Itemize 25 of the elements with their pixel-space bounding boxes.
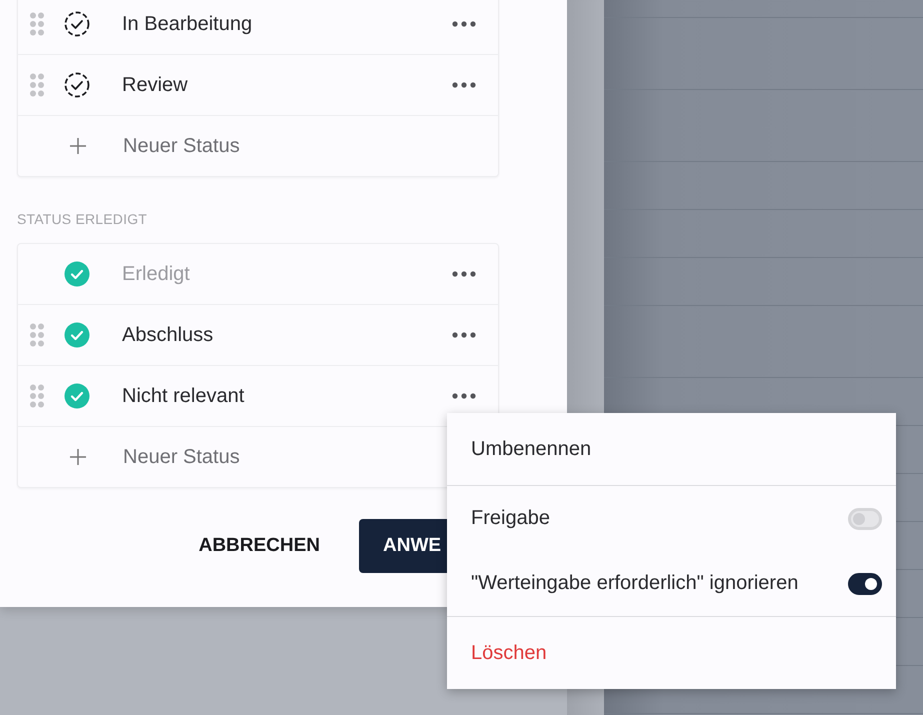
plus-icon[interactable] <box>70 449 86 465</box>
status-name: Nicht relevant <box>122 384 246 408</box>
drag-handle-icon[interactable] <box>29 323 45 347</box>
drag-handle-icon[interactable] <box>29 384 45 408</box>
drag-handle-icon[interactable] <box>29 12 45 36</box>
new-status-link[interactable]: Neuer Status <box>123 446 240 468</box>
menu-item[interactable]: Umbenennen <box>471 438 592 460</box>
status-name: Abschluss <box>122 324 214 346</box>
plus-icon[interactable] <box>70 138 86 154</box>
status-name: In Bearbeitung <box>122 12 254 36</box>
menu-item[interactable]: "Werteingabe erforderlich" ignorieren <box>471 572 798 595</box>
status-name: Erledigt <box>122 262 191 286</box>
more-icon[interactable] <box>452 332 476 338</box>
more-icon[interactable] <box>452 271 476 277</box>
menu-item[interactable]: Freigabe <box>471 507 550 530</box>
cancel-button[interactable]: ABBRECHEN <box>198 519 320 573</box>
section-heading: STATUS ERLEDIGT <box>17 211 148 227</box>
more-icon[interactable] <box>452 82 476 88</box>
more-icon[interactable] <box>452 393 476 399</box>
more-icon[interactable] <box>452 21 476 27</box>
drag-handle-icon[interactable] <box>29 73 45 97</box>
menu-item[interactable]: Löschen <box>471 642 547 664</box>
toggle-switch[interactable] <box>848 572 882 594</box>
status-name: Review <box>122 74 189 96</box>
new-status-link[interactable]: Neuer Status <box>123 134 240 158</box>
